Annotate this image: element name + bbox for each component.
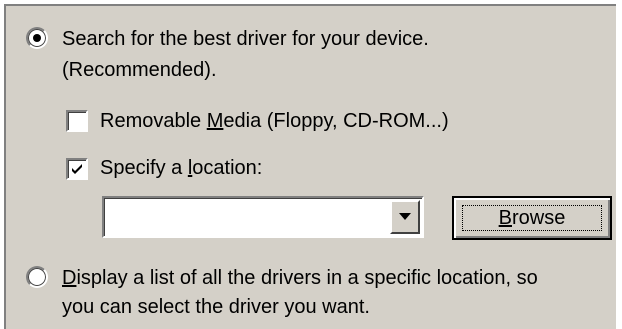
radio-selected-dot: [33, 34, 41, 42]
browse-label-suffix: rowse: [511, 207, 566, 229]
display-driver-list-label-line2: you can select the driver you want.: [62, 296, 370, 318]
search-best-driver-label-line2: (Recommended).: [62, 59, 217, 81]
removable-media-checkbox[interactable]: [66, 110, 88, 132]
display-accelerator: D: [62, 267, 77, 289]
removable-media-label-prefix: Removable: [100, 110, 207, 132]
specify-location-checkbox[interactable]: [66, 158, 88, 180]
removable-media-label-suffix: edia (Floppy, CD-ROM...): [223, 110, 449, 132]
chevron-down-icon: [399, 213, 411, 220]
removable-media-label: Removable Media (Floppy, CD-ROM...): [100, 109, 449, 133]
browse-button[interactable]: Browse: [452, 196, 612, 240]
location-dropdown-button[interactable]: [390, 200, 420, 234]
specify-location-label-prefix: Specify a: [100, 157, 188, 179]
display-label-line1-suffix: isplay a list of all the drivers in a sp…: [76, 267, 538, 289]
checkmark-icon: [72, 164, 82, 174]
search-best-driver-radio[interactable]: [26, 27, 48, 49]
display-driver-list-label-line1: Display a list of all the drivers in a s…: [62, 266, 538, 290]
specify-location-label: Specify a location:: [100, 156, 262, 180]
driver-search-panel: Search for the best driver for your devi…: [4, 4, 616, 329]
search-best-driver-label-line1: Search for the best driver for your devi…: [62, 28, 429, 50]
location-combobox[interactable]: [102, 196, 424, 238]
browse-accelerator: B: [498, 207, 512, 229]
location-input[interactable]: [110, 206, 382, 228]
display-driver-list-radio[interactable]: [26, 266, 48, 288]
specify-location-label-suffix: ocation:: [192, 157, 263, 179]
removable-media-accelerator: M: [206, 110, 224, 132]
browse-button-label: Browse: [454, 206, 610, 230]
